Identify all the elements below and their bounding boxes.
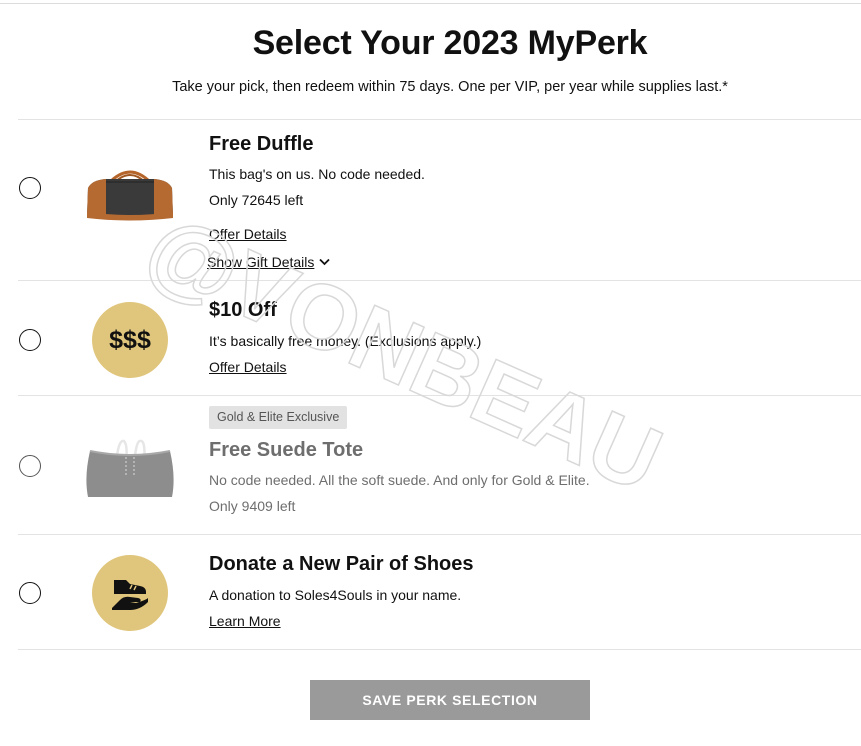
save-perk-selection-button[interactable]: SAVE PERK SELECTION <box>310 680 590 720</box>
shoe-donation-icon <box>92 555 168 631</box>
perk-content-suede-tote: Gold & Elite Exclusive Free Suede Tote N… <box>209 406 861 515</box>
show-gift-details-label: Show Gift Details <box>207 254 315 270</box>
radio-10-off[interactable] <box>19 329 41 351</box>
chevron-down-icon <box>319 258 331 266</box>
exclusive-badge: Gold & Elite Exclusive <box>209 406 348 429</box>
perk-content-donate-shoes: Donate a New Pair of Shoes A donation to… <box>209 552 861 631</box>
perk-title: Free Suede Tote <box>209 439 364 461</box>
radio-suede-tote[interactable] <box>19 455 41 477</box>
perk-title: $10 Off <box>209 299 277 321</box>
perk-option-10-off[interactable]: $$$ $10 Off It’s basically free money. (… <box>18 280 861 396</box>
dollar-signs-text: $$$ <box>109 325 151 354</box>
perk-description: This bag's on us. No code needed. <box>209 166 425 182</box>
duffle-bag-image <box>82 158 178 228</box>
perk-content-10-off: $10 Off It’s basically free money. (Excl… <box>209 298 861 377</box>
perk-title: Free Duffle <box>209 133 314 155</box>
top-divider <box>0 3 861 4</box>
perk-stock-count: Only 9409 left <box>209 498 296 514</box>
learn-more-link[interactable]: Learn More <box>209 613 281 629</box>
offer-details-link[interactable]: Offer Details <box>209 226 287 242</box>
perk-description: A donation to Soles4Souls in your name. <box>209 587 462 603</box>
page-title: Select Your 2023 MyPerk <box>252 24 648 62</box>
perk-description: It’s basically free money. (Exclusions a… <box>209 333 482 349</box>
show-gift-details-toggle[interactable]: Show Gift Details <box>207 253 331 271</box>
donate-icon-wrapper <box>82 554 178 632</box>
page-subtitle: Take your pick, then redeem within 75 da… <box>172 79 728 95</box>
offer-details-link[interactable]: Offer Details <box>209 359 287 375</box>
suede-tote-image <box>82 436 178 502</box>
perk-description: No code needed. All the soft suede. And … <box>209 472 590 488</box>
perk-content-free-duffle: Free Duffle This bag's on us. No code ne… <box>209 132 861 244</box>
perk-option-free-duffle[interactable]: Free Duffle This bag's on us. No code ne… <box>18 119 861 281</box>
perk-stock-count: Only 72645 left <box>209 192 304 208</box>
money-icon-wrapper: $$$ <box>82 301 178 379</box>
perk-option-donate-shoes[interactable]: Donate a New Pair of Shoes A donation to… <box>18 534 861 650</box>
dollar-signs-icon: $$$ <box>92 302 168 378</box>
perk-title: Donate a New Pair of Shoes <box>209 553 474 575</box>
radio-donate-shoes[interactable] <box>19 582 41 604</box>
radio-free-duffle[interactable] <box>19 177 41 199</box>
perk-option-suede-tote[interactable]: Gold & Elite Exclusive Free Suede Tote N… <box>18 395 861 535</box>
